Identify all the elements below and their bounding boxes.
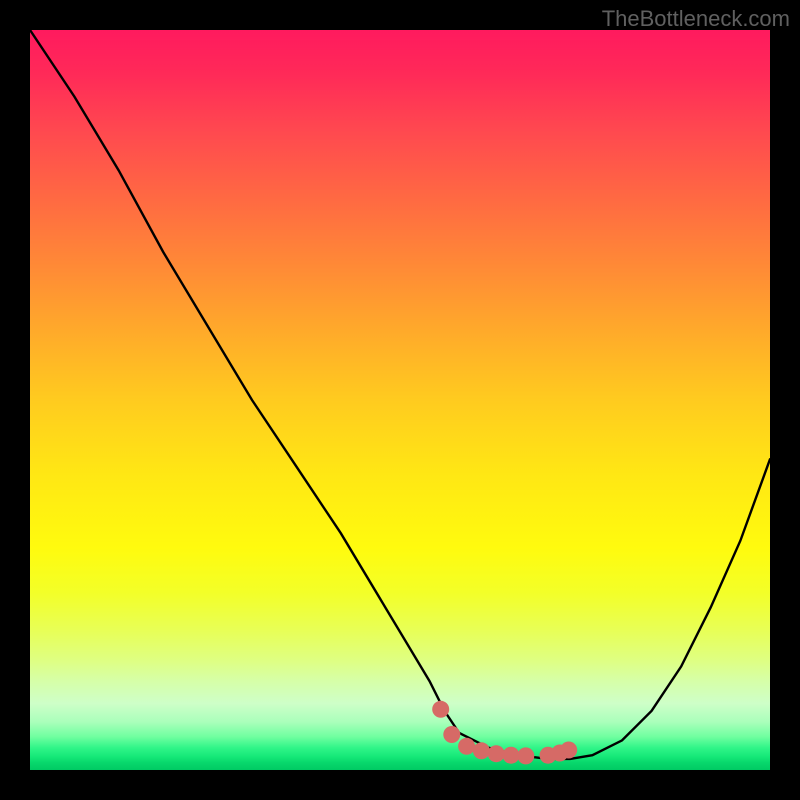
matched-dot bbox=[443, 726, 460, 743]
matched-dot bbox=[432, 701, 449, 718]
watermark-text: TheBottleneck.com bbox=[602, 6, 790, 32]
matched-dot bbox=[560, 742, 577, 759]
chart-area bbox=[30, 30, 770, 770]
matched-dot bbox=[488, 745, 505, 762]
bottleneck-curve bbox=[30, 30, 770, 759]
matched-dot bbox=[517, 747, 534, 764]
matched-dot bbox=[458, 738, 475, 755]
matched-dot bbox=[503, 747, 520, 764]
matched-dot bbox=[473, 742, 490, 759]
matched-zone-dots bbox=[432, 701, 577, 765]
curve-svg bbox=[30, 30, 770, 770]
